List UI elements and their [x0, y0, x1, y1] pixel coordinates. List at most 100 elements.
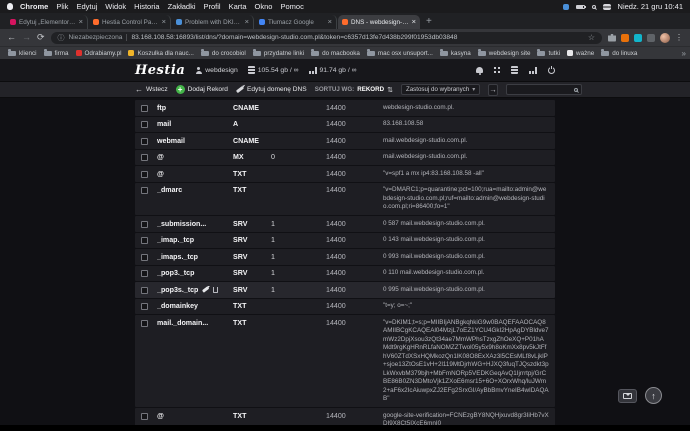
bookmarks-overflow-icon[interactable]: » [678, 49, 686, 58]
spotlight-search-icon[interactable] [592, 5, 596, 9]
browser-tab[interactable]: Hestia Control Panel | Open...× [89, 15, 171, 29]
row-checkbox[interactable] [141, 105, 148, 112]
tab-close-icon[interactable]: × [328, 18, 332, 26]
browser-tab[interactable]: Tłumacz Google× [255, 15, 337, 29]
row-checkbox[interactable] [141, 303, 148, 310]
mail-shortcut-button[interactable] [618, 389, 637, 403]
bookmark-item[interactable]: webdesign site [478, 50, 531, 57]
notifications-bell-icon[interactable] [476, 67, 483, 73]
menubar-item[interactable]: Profil [204, 2, 221, 11]
tab-close-icon[interactable]: × [162, 18, 166, 26]
bookmark-item[interactable]: do macbooka [311, 50, 360, 57]
hestia-logo[interactable]: Hestia [135, 63, 185, 78]
menubar-item[interactable]: Widok [105, 2, 126, 11]
dns-record-row[interactable]: _pop3s._tcpSRV1144000 995 mail.webdesign… [135, 282, 555, 298]
menubar-item[interactable]: Historia [134, 2, 159, 11]
extension-icon-teal[interactable] [634, 34, 642, 42]
dns-record-row[interactable]: _dmarcTXT14400"v=DMARC1;p=quarantine;pct… [135, 183, 555, 216]
menubar-item[interactable]: Zakładki [168, 2, 196, 11]
bookmark-item[interactable]: klienci [8, 50, 37, 57]
dns-record-row[interactable]: _imaps._tcpSRV1144000 993 mail.webdesign… [135, 249, 555, 265]
delete-record-icon[interactable] [213, 287, 218, 293]
edit-record-icon[interactable] [202, 286, 209, 292]
statistics-icon[interactable] [529, 67, 537, 74]
extension-icon-gray[interactable] [647, 34, 655, 42]
row-checkbox[interactable] [141, 187, 148, 194]
row-checkbox[interactable] [141, 237, 148, 244]
row-checkbox[interactable] [141, 221, 148, 228]
row-checkbox[interactable] [141, 254, 148, 261]
add-record-button[interactable]: + Dodaj Rekord [176, 85, 228, 94]
menubar-item[interactable]: Karta [229, 2, 247, 11]
dns-record-row[interactable]: mail._domain...TXT14400"v=DKIM1;t=s;p=MI… [135, 315, 555, 407]
search-box[interactable] [506, 84, 582, 95]
edit-dns-domain-button[interactable]: Edytuj domenę DNS [236, 86, 307, 93]
dns-record-row[interactable]: ftpCNAME14400webdesign-studio.com.pl. [135, 100, 555, 116]
bookmark-item[interactable]: firma [44, 50, 69, 57]
bookmark-item[interactable]: do crocobiol [201, 50, 246, 57]
tab-close-icon[interactable]: × [412, 18, 416, 26]
dns-record-row[interactable]: _pop3._tcpSRV1144000 110 mail.webdesign-… [135, 266, 555, 282]
dns-record-row[interactable]: webmailCNAME14400mail.webdesign-studio.c… [135, 133, 555, 149]
search-input[interactable] [510, 86, 572, 93]
apps-grid-icon[interactable] [494, 67, 496, 69]
bookmark-item[interactable]: Odrabiamy.pl [76, 50, 122, 57]
status-app-icon[interactable] [563, 4, 569, 10]
bookmark-item[interactable]: przydatne linki [253, 50, 304, 57]
back-button[interactable]: ← Wstecz [135, 86, 168, 94]
apply-bulk-action-button[interactable]: → [488, 84, 498, 96]
menubar-item[interactable]: Edytuj [76, 2, 97, 11]
row-checkbox[interactable] [141, 154, 148, 161]
apple-menu-icon[interactable] [7, 3, 13, 10]
dns-record-row[interactable]: mailA1440083.168.108.58 [135, 117, 555, 133]
dns-record-row[interactable]: _imap._tcpSRV1144000 143 mail.webdesign-… [135, 233, 555, 249]
bookmark-item[interactable]: Koszulka dla nauc... [128, 50, 193, 57]
dns-record-row[interactable]: _domainkeyTXT14400"t=y; o=~;" [135, 299, 555, 315]
tab-close-icon[interactable]: × [79, 18, 83, 26]
row-checkbox[interactable] [141, 270, 148, 277]
logout-icon[interactable] [548, 67, 555, 74]
row-checkbox[interactable] [141, 138, 148, 145]
sort-control[interactable]: SORTUJ WG: REKORD ⇅ [315, 86, 393, 94]
battery-icon[interactable] [576, 5, 585, 9]
bookmark-item[interactable]: mac osx unsuport... [367, 50, 433, 57]
back-icon[interactable]: ← [7, 33, 16, 42]
menubar-item[interactable]: Pomoc [280, 2, 303, 11]
row-checkbox[interactable] [141, 320, 148, 327]
bookmark-item[interactable]: ważne [567, 50, 594, 57]
profile-avatar[interactable] [660, 33, 670, 43]
tab-close-icon[interactable]: × [245, 18, 249, 26]
url-text[interactable]: 83.168.108.58:16893/list/dns/?domain=web… [131, 34, 583, 41]
extension-icon-orange[interactable] [621, 34, 629, 42]
extensions-icon[interactable] [608, 34, 616, 42]
bookmark-item[interactable]: tutki [537, 50, 560, 57]
reload-icon[interactable]: ⟳ [37, 33, 45, 42]
control-center-icon[interactable] [603, 4, 611, 10]
row-checkbox[interactable] [141, 287, 148, 294]
menubar-item[interactable]: Plik [56, 2, 68, 11]
sort-direction-icon[interactable]: ⇅ [387, 86, 393, 94]
row-checkbox[interactable] [141, 171, 148, 178]
menubar-item[interactable]: Chrome [20, 2, 48, 11]
dns-record-row[interactable]: @MX014400mail.webdesign-studio.com.pl. [135, 150, 555, 166]
new-tab-button[interactable]: + [426, 15, 432, 29]
dns-record-row[interactable]: @TXT14400google-site-verification=FCNEzg… [135, 408, 555, 425]
row-checkbox[interactable] [141, 121, 148, 128]
row-checkbox[interactable] [141, 413, 148, 420]
forward-icon[interactable]: → [22, 33, 31, 42]
browser-tab[interactable]: Problem with DKIM, SPF and...× [172, 15, 254, 29]
dns-record-row[interactable]: @TXT14400"v=spf1 a mx ip4:83.168.108.58 … [135, 166, 555, 182]
bookmark-star-icon[interactable]: ☆ [588, 33, 595, 42]
bookmark-item[interactable]: do linuxa [601, 50, 637, 57]
menubar-clock[interactable]: Niedz. 21 gru 10:41 [618, 2, 683, 11]
dns-record-row[interactable]: _submission...SRV1144000 587 mail.webdes… [135, 216, 555, 232]
menubar-item[interactable]: Okno [255, 2, 273, 11]
bulk-action-select[interactable]: Zastosuj do wybranych ▾ [401, 84, 480, 95]
search-icon[interactable] [574, 88, 578, 92]
site-info-icon[interactable]: ⓘ [58, 33, 65, 43]
file-manager-icon[interactable] [511, 66, 518, 74]
scroll-to-top-button[interactable]: ↑ [645, 387, 662, 404]
browser-tab[interactable]: DNS - webdesign-studio.co...× [338, 15, 420, 29]
user-menu[interactable]: webdesign [195, 67, 238, 74]
browser-menu-icon[interactable]: ⋮ [675, 34, 683, 42]
